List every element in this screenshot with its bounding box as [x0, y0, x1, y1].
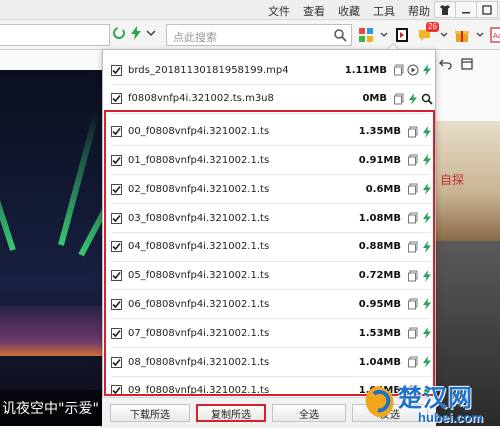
file-row[interactable]: f0808vnfp4i.321002.ts.m3u8 0MB [111, 85, 433, 113]
messages-button[interactable]: 26 [416, 22, 439, 45]
toolbar: 点此搜索 26 Aa [0, 20, 500, 50]
file-size: 1.11MB [344, 64, 387, 76]
back-arrow-icon[interactable] [438, 57, 452, 71]
minimize-icon [462, 11, 470, 13]
menu-items: 文件 查看 收藏 工具 帮助 [268, 3, 430, 19]
search-box[interactable]: 点此搜索 [166, 24, 352, 46]
gift-button[interactable] [452, 25, 472, 45]
watermark-url: hubei.com [418, 410, 484, 425]
site-watermark: 楚汉网 hubei.com [358, 378, 500, 428]
apps-grid-icon [359, 28, 373, 42]
chevron-down-icon[interactable] [440, 29, 448, 41]
window-controls [434, 1, 498, 18]
skin-button[interactable] [434, 1, 456, 18]
watermark-title: 楚汉网 [398, 384, 473, 412]
file-checkbox[interactable] [111, 93, 122, 105]
video-sniffer-icon [396, 28, 408, 42]
apps-button[interactable] [356, 25, 376, 45]
file-name: brds_20181130181958199.mp4 [128, 64, 289, 76]
ts-segments-highlight [104, 110, 435, 396]
gift-icon [455, 31, 469, 42]
address-bar[interactable] [0, 24, 110, 46]
menu-help[interactable]: 帮助 [408, 3, 430, 19]
file-row[interactable]: brds_20181130181958199.mp4 1.11MB [111, 56, 433, 84]
menu-file[interactable]: 文件 [268, 3, 290, 19]
chevron-down-icon[interactable] [476, 29, 484, 41]
search-icon[interactable] [421, 93, 433, 105]
menu-favorites[interactable]: 收藏 [338, 3, 360, 19]
watermark-logo-icon [365, 386, 394, 418]
light-beam [78, 129, 102, 257]
play-icon[interactable] [407, 64, 419, 76]
minimize-button[interactable] [455, 1, 477, 18]
restore-button[interactable] [476, 1, 498, 18]
city-skyline [0, 306, 102, 356]
chevron-down-icon[interactable] [146, 26, 156, 40]
translate-button[interactable]: Aa [488, 25, 500, 45]
select-all-button[interactable]: 全选 [272, 404, 346, 422]
search-icon[interactable] [333, 28, 348, 43]
photo-caption[interactable]: 讥夜空中"示爱" [0, 390, 102, 426]
sniffer-button[interactable] [392, 25, 412, 45]
page-side-controls [438, 57, 474, 71]
file-checkbox[interactable] [111, 64, 122, 76]
copy-link-icon[interactable] [393, 93, 405, 105]
search-input[interactable]: 点此搜索 [173, 29, 217, 45]
lightning-icon[interactable] [130, 26, 142, 40]
refresh-icon[interactable] [112, 26, 126, 40]
download-icon[interactable] [407, 92, 419, 105]
copy-selected-button[interactable]: 复制所选 [196, 404, 266, 422]
chevron-down-icon[interactable] [380, 29, 388, 41]
svg-text:Aa: Aa [493, 32, 500, 40]
light-beam [0, 115, 16, 251]
restore-icon [482, 4, 492, 15]
download-icon[interactable] [421, 64, 433, 76]
file-size: 0MB [362, 93, 387, 105]
shirt-icon [440, 4, 450, 15]
toolbar-extensions: 26 Aa [356, 22, 500, 45]
message-badge: 26 [426, 22, 439, 32]
copy-link-icon[interactable] [393, 64, 405, 76]
download-selected-button[interactable]: 下载所选 [110, 404, 190, 422]
translate-icon: Aa [490, 27, 500, 43]
menubar: 文件 查看 收藏 工具 帮助 [0, 0, 500, 20]
menu-view[interactable]: 查看 [303, 3, 325, 19]
night-sky-photo[interactable]: 讥夜空中"示爱" [0, 70, 102, 426]
address-bar-icons [112, 26, 156, 40]
window-icon[interactable] [460, 57, 474, 71]
file-name: f0808vnfp4i.321002.ts.m3u8 [128, 93, 274, 105]
menu-tools[interactable]: 工具 [373, 3, 395, 19]
article-snippet[interactable]: 自探 [440, 171, 464, 188]
